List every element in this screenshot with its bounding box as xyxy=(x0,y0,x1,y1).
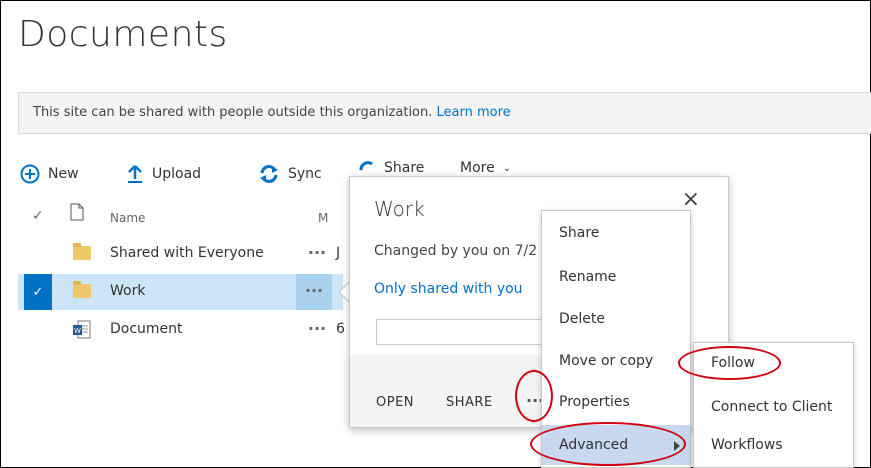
list-item[interactable]: Shared with Everyone ... J xyxy=(18,236,343,272)
callout-title: Work xyxy=(374,197,425,221)
new-label: New xyxy=(48,166,79,182)
close-icon[interactable]: × xyxy=(682,187,700,212)
name-column-header[interactable]: Name xyxy=(110,211,145,225)
new-button[interactable]: New xyxy=(20,164,79,184)
callout-shared-link[interactable]: Only shared with you xyxy=(374,281,523,297)
list-item[interactable]: W Document ... 6 xyxy=(18,312,345,348)
menu-item-rename[interactable]: Rename xyxy=(559,269,616,285)
item-ellipsis-button[interactable]: ... xyxy=(301,241,333,266)
submenu-item-workflows[interactable]: Workflows xyxy=(711,437,783,453)
more-button[interactable]: More ⌄ xyxy=(460,160,511,176)
item-name[interactable]: Work xyxy=(110,283,145,299)
sharing-banner: This site can be shared with people outs… xyxy=(18,92,871,134)
document-icon xyxy=(70,203,84,224)
list-item-selected[interactable]: ✓ Work ... xyxy=(18,274,343,310)
menu-item-delete[interactable]: Delete xyxy=(559,311,605,327)
svg-text:W: W xyxy=(74,327,81,335)
folder-icon xyxy=(73,243,91,260)
share-label: Share xyxy=(384,160,425,176)
more-label: More xyxy=(460,160,495,176)
item-ellipsis-button[interactable]: ... xyxy=(301,317,333,342)
banner-text: This site can be shared with people outs… xyxy=(33,105,433,120)
checkmark-icon[interactable]: ✓ xyxy=(24,274,52,310)
item-name[interactable]: Shared with Everyone xyxy=(110,245,264,261)
share-button[interactable]: Share xyxy=(358,160,424,176)
menu-item-move-or-copy[interactable]: Move or copy xyxy=(559,353,653,369)
sync-icon xyxy=(260,165,278,183)
upload-label: Upload xyxy=(152,166,202,182)
annotation-oval-follow xyxy=(678,346,781,380)
submenu-item-connect-to-client[interactable]: Connect to Client xyxy=(711,399,832,415)
upload-arrow-icon xyxy=(128,165,142,183)
sync-label: Sync xyxy=(288,166,322,182)
word-file-icon: W xyxy=(73,320,91,339)
sync-button[interactable]: Sync xyxy=(258,164,322,184)
callout-share-button[interactable]: SHARE xyxy=(446,395,493,410)
item-name[interactable]: Document xyxy=(110,321,183,337)
item-modified: 6 xyxy=(336,321,345,337)
item-modified: J xyxy=(336,245,341,261)
item-ellipsis-button[interactable]: ... xyxy=(296,274,332,310)
share-icon xyxy=(359,161,373,171)
modified-column-header[interactable]: M xyxy=(318,211,328,225)
callout-changed-text: Changed by you on 7/2 xyxy=(374,243,538,259)
callout-url-field[interactable] xyxy=(376,319,558,345)
page-title: Documents xyxy=(18,14,228,55)
menu-item-share[interactable]: Share xyxy=(559,225,599,241)
folder-icon xyxy=(73,281,91,298)
learn-more-link[interactable]: Learn more xyxy=(437,105,511,120)
upload-button[interactable]: Upload xyxy=(126,164,201,184)
annotation-oval-advanced xyxy=(530,422,686,466)
plus-circle-icon xyxy=(20,164,40,184)
menu-item-properties[interactable]: Properties xyxy=(559,394,630,410)
callout-open-button[interactable]: OPEN xyxy=(376,395,414,410)
chevron-down-icon: ⌄ xyxy=(502,162,512,174)
select-all-checkmark-icon[interactable]: ✓ xyxy=(32,208,44,224)
annotation-oval-more xyxy=(515,370,553,422)
